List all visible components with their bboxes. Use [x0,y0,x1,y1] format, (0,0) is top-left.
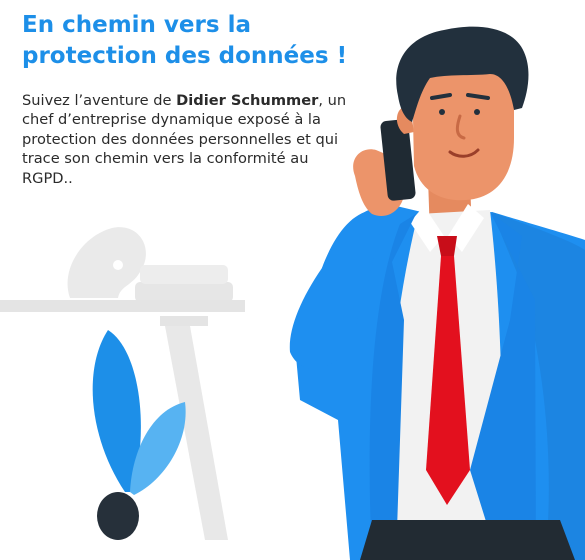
plant-pot [97,492,139,540]
desk-lamp [67,227,146,298]
right-eye [474,109,480,115]
trousers [360,520,575,560]
title-line-1: En chemin vers la [22,12,251,38]
paper-stack-bottom [135,282,233,302]
page-title: En chemin vers la protection des données… [22,10,362,72]
lamp-dot [113,260,123,270]
person-name: Didier Schummer [176,92,319,109]
background-office [0,227,245,540]
desk-edge [160,316,208,326]
intro-paragraph: Suivez l’aventure de Didier Schummer, un… [22,91,352,188]
intro-before: Suivez l’aventure de [22,92,177,109]
illustration [0,26,585,560]
title-line-2: protection des données ! [22,43,348,69]
paper-stack-top [140,265,228,284]
left-eye [439,109,445,115]
desk-top [0,300,245,312]
